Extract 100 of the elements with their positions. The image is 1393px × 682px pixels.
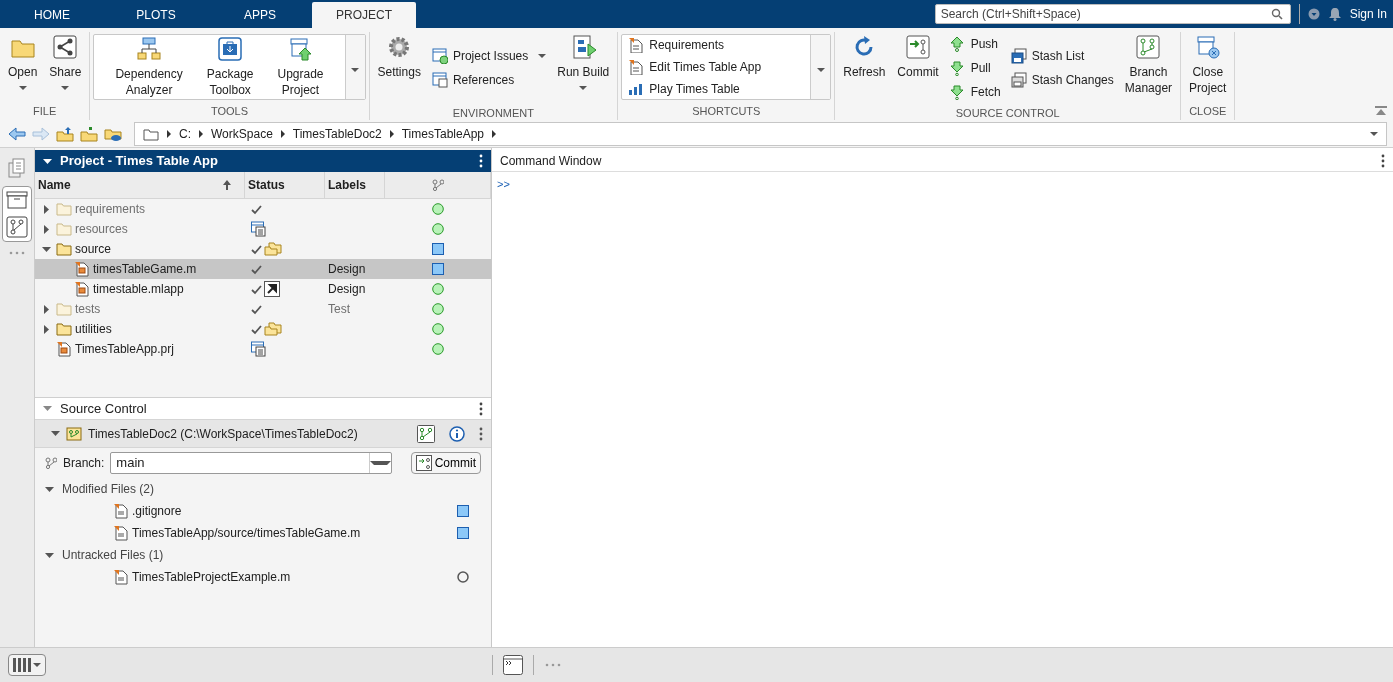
toolstrip-button[interactable]: Dependency Analyzer bbox=[110, 34, 188, 100]
back-arrow-icon[interactable] bbox=[8, 126, 26, 141]
collapse-arrow-icon[interactable] bbox=[41, 324, 51, 334]
toolstrip-button[interactable]: Fetch bbox=[949, 83, 1001, 101]
file-name[interactable]: resources bbox=[75, 220, 128, 238]
group-title[interactable]: Modified Files (2) bbox=[62, 480, 155, 498]
more-icon[interactable] bbox=[479, 401, 483, 416]
toolstrip-button[interactable]: Run Build bbox=[552, 32, 615, 92]
file-name[interactable]: requirements bbox=[75, 200, 146, 218]
chevron-icon bbox=[199, 129, 203, 138]
toolstrip-button[interactable]: Play Times Table bbox=[628, 80, 740, 98]
file-name[interactable]: utilities bbox=[75, 320, 112, 338]
file-name[interactable]: tests bbox=[75, 300, 101, 318]
path-segment[interactable]: TimesTableDoc2 bbox=[292, 124, 382, 143]
up-folder-icon[interactable] bbox=[56, 125, 74, 142]
command-window-icon[interactable] bbox=[503, 655, 523, 675]
collapse-arrow-icon[interactable] bbox=[45, 484, 54, 494]
toolstrip-button[interactable]: Push bbox=[949, 35, 998, 53]
diagram-icon bbox=[136, 36, 163, 62]
collapse-arrow-icon[interactable] bbox=[41, 304, 51, 314]
collapse-arrow-icon[interactable] bbox=[51, 429, 60, 438]
toolstrip-button[interactable]: Close Project bbox=[1184, 32, 1232, 98]
info-icon[interactable] bbox=[449, 425, 465, 442]
column-header[interactable]: Labels bbox=[328, 176, 366, 194]
column-header[interactable]: Status bbox=[248, 176, 285, 194]
dropdown-icon[interactable] bbox=[1307, 8, 1320, 20]
path-segment[interactable]: WorkSpace bbox=[211, 124, 273, 143]
toolstrip-button[interactable]: Stash Changes bbox=[1010, 71, 1114, 89]
layout-button[interactable] bbox=[8, 654, 46, 676]
sign-in-link[interactable]: Sign In bbox=[1349, 5, 1387, 23]
toolstrip-button[interactable]: Upgrade Project bbox=[272, 34, 329, 100]
toolstrip-button[interactable]: Share bbox=[44, 32, 87, 92]
tree-row[interactable]: requirements bbox=[35, 199, 491, 219]
collapse-arrow-icon[interactable] bbox=[41, 244, 51, 254]
file-name[interactable]: source bbox=[75, 240, 112, 258]
more-icon[interactable] bbox=[1381, 153, 1385, 168]
branch-label: Branch: bbox=[63, 455, 105, 472]
path-segment[interactable]: C: bbox=[179, 124, 191, 143]
collapse-icon[interactable] bbox=[1375, 106, 1387, 116]
close-box-icon bbox=[1194, 34, 1221, 60]
branch-dropdown[interactable]: main bbox=[110, 452, 393, 474]
new-folder-icon[interactable] bbox=[80, 125, 98, 142]
toolstrip-button[interactable]: Open bbox=[3, 32, 43, 92]
branch-icon bbox=[1135, 34, 1162, 60]
column-header[interactable]: Name bbox=[38, 176, 71, 194]
tab[interactable]: HOME bbox=[0, 2, 104, 28]
toolstrip-button[interactable]: Project Issues bbox=[431, 47, 529, 65]
tab[interactable]: APPS bbox=[208, 2, 312, 28]
tab[interactable]: PROJECT bbox=[312, 2, 416, 28]
stash-icon bbox=[1010, 48, 1027, 64]
collapse-arrow-icon[interactable] bbox=[43, 156, 52, 166]
toolstrip-button[interactable]: References bbox=[431, 71, 515, 89]
folder-icon bbox=[56, 202, 72, 216]
toolstrip-button[interactable]: Requirements bbox=[628, 36, 724, 54]
collapse-arrow-icon[interactable] bbox=[41, 204, 51, 214]
archive-icon[interactable] bbox=[6, 190, 28, 210]
collapse-arrow-icon[interactable] bbox=[45, 550, 54, 560]
build-icon bbox=[570, 34, 597, 60]
more-icon[interactable] bbox=[479, 426, 483, 441]
bell-icon[interactable] bbox=[1327, 7, 1342, 21]
collapse-arrow-icon[interactable] bbox=[41, 224, 51, 234]
file-name[interactable]: TimesTableApp.prj bbox=[75, 340, 174, 358]
sort-arrow-icon[interactable] bbox=[223, 180, 231, 190]
tree-row[interactable]: timestable.mlapp Design bbox=[35, 279, 491, 299]
file-name[interactable]: TimesTableApp/source/timesTableGame.m bbox=[132, 524, 454, 542]
tree-row[interactable]: source bbox=[35, 239, 491, 259]
file-name[interactable]: timestable.mlapp bbox=[93, 280, 184, 298]
command-prompt: >> bbox=[496, 177, 511, 192]
tree-row[interactable]: TimesTableApp.prj bbox=[35, 339, 491, 359]
file-name[interactable]: .gitignore bbox=[132, 502, 454, 520]
commit-icon bbox=[905, 34, 931, 60]
branch-icon[interactable] bbox=[417, 424, 435, 443]
file-name[interactable]: TimesTableProjectExample.m bbox=[132, 568, 454, 586]
search-field[interactable]: Search (Ctrl+Shift+Space) bbox=[934, 4, 1291, 24]
tree-row[interactable]: utilities bbox=[35, 319, 491, 339]
branch-icon[interactable] bbox=[6, 216, 28, 238]
commit-button[interactable]: Commit bbox=[410, 452, 481, 474]
file-name[interactable]: timesTableGame.m bbox=[93, 260, 197, 278]
tree-row[interactable]: resources bbox=[35, 219, 491, 239]
toolstrip-button[interactable]: Commit bbox=[892, 32, 944, 82]
more-icon[interactable] bbox=[479, 154, 483, 168]
reference-icon bbox=[431, 72, 448, 88]
toolstrip-button[interactable]: Edit Times Table App bbox=[628, 58, 762, 76]
chevron-icon bbox=[280, 129, 285, 138]
toolstrip-button[interactable]: Stash List bbox=[1010, 47, 1085, 65]
address-field[interactable]: C: WorkSpace TimesTableDoc2 TimesTableApp bbox=[134, 121, 1387, 146]
file-icon bbox=[113, 525, 129, 541]
tab[interactable]: PLOTS bbox=[104, 2, 208, 28]
branch-column-icon[interactable] bbox=[431, 179, 444, 191]
toolstrip-button[interactable]: Branch Manager bbox=[1119, 32, 1178, 98]
steps-icon bbox=[628, 81, 645, 97]
toolstrip-button[interactable]: Refresh bbox=[838, 32, 891, 82]
group-title[interactable]: Untracked Files (1) bbox=[62, 546, 164, 564]
toolstrip-button[interactable]: Pull bbox=[949, 59, 991, 77]
path-segment[interactable]: TimesTableApp bbox=[401, 124, 484, 143]
tree-row[interactable]: tests Test bbox=[35, 299, 491, 319]
toolstrip-button[interactable]: Package Toolbox bbox=[201, 34, 259, 100]
toolstrip-button[interactable]: Settings bbox=[372, 32, 426, 82]
tree-row[interactable]: timesTableGame.m Design bbox=[35, 259, 491, 279]
branch-icon bbox=[45, 457, 57, 469]
